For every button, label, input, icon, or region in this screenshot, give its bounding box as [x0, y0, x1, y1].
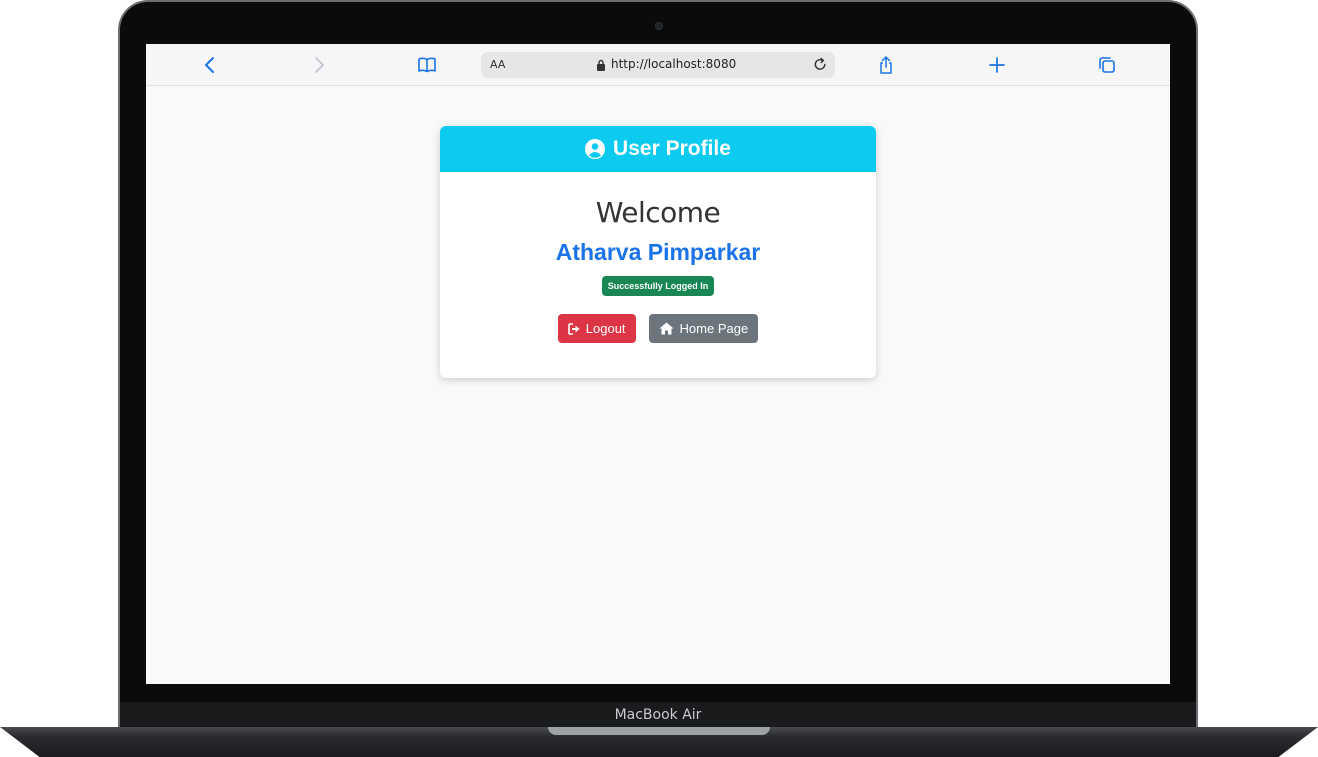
card-title: User Profile — [613, 137, 731, 160]
lock-icon — [597, 59, 605, 71]
share-icon[interactable] — [876, 55, 896, 75]
browser-toolbar: AA http://localhost:8080 — [146, 44, 1170, 86]
status-badge: Successfully Logged In — [601, 276, 715, 296]
new-tab-icon[interactable] — [987, 55, 1007, 75]
card-header: User Profile — [440, 126, 876, 172]
profile-card: User Profile Welcome Atharva Pimparkar S… — [440, 126, 876, 378]
bookmarks-icon[interactable] — [417, 55, 437, 75]
device-label: MacBook Air — [614, 707, 702, 723]
laptop-chin: MacBook Air — [120, 702, 1196, 728]
text-size-button[interactable]: AA — [490, 58, 505, 71]
user-name: Atharva Pimparkar — [555, 239, 761, 265]
badge-wrapper: Successfully Logged In — [440, 276, 876, 296]
reload-icon[interactable] — [812, 56, 829, 73]
home-page-button[interactable]: Home Page — [648, 314, 759, 343]
address-bar[interactable]: AA http://localhost:8080 — [481, 52, 835, 78]
browser-screen: AA http://localhost:8080 User Profile We… — [146, 44, 1170, 684]
logout-icon — [567, 322, 580, 335]
camera-icon — [655, 22, 663, 30]
home-icon — [659, 322, 674, 335]
tabs-overview-icon[interactable] — [1097, 55, 1117, 75]
laptop-base-notch — [548, 727, 770, 735]
welcome-heading: Welcome — [595, 196, 721, 229]
logout-button[interactable]: Logout — [557, 314, 636, 343]
button-row: Logout Home Page — [440, 314, 876, 343]
user-circle-icon — [585, 139, 606, 159]
back-icon[interactable] — [200, 55, 220, 75]
logout-label: Logout — [585, 321, 626, 336]
forward-icon[interactable] — [309, 55, 329, 75]
home-page-label: Home Page — [679, 321, 749, 336]
url-text: http://localhost:8080 — [611, 57, 737, 71]
